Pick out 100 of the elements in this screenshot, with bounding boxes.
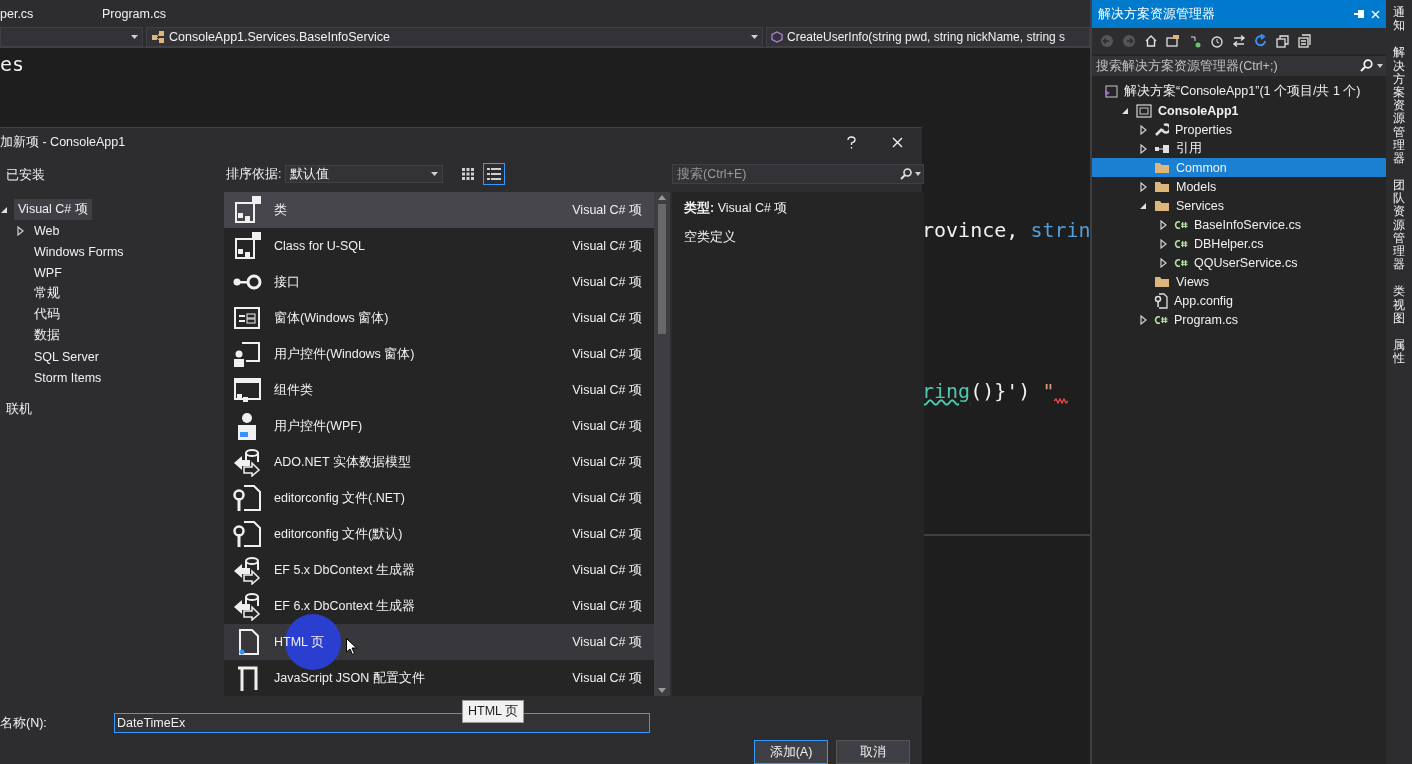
type-dropdown[interactable]: ConsoleApp1.Services.BaseInfoService [146, 27, 763, 47]
search-icon[interactable] [1360, 59, 1373, 72]
expand-arrow-icon[interactable] [1159, 219, 1167, 230]
switch-views-icon[interactable] [1166, 34, 1180, 48]
tree-row[interactable]: Properties [1092, 120, 1386, 139]
list-view-icon [487, 168, 502, 180]
search-icon[interactable] [900, 168, 912, 180]
tree-row[interactable]: Program.cs [1092, 310, 1386, 329]
pin-icon[interactable] [1353, 9, 1365, 19]
template-type: Visual C# 项 [572, 309, 642, 327]
file-tab[interactable]: Program.cs [102, 0, 186, 27]
expand-arrow-icon[interactable] [1139, 181, 1147, 192]
template-row[interactable]: editorconfig 文件(.NET) Visual C# 项 [224, 480, 654, 516]
template-name: editorconfig 文件(默认) [274, 525, 403, 543]
side-tab[interactable]: 类视图 [1393, 285, 1405, 325]
tree-row[interactable]: DBHelper.cs [1092, 234, 1386, 253]
search-field[interactable]: 搜索解决方案资源管理器(Ctrl+;) [1092, 56, 1386, 76]
side-tab[interactable]: 属性 [1393, 338, 1405, 366]
tree-row[interactable]: 解决方案“ConsoleApp1”(1 个项目/共 1 个) [1092, 82, 1386, 101]
scrollbar-thumb[interactable] [658, 204, 666, 334]
template-name: JavaScript JSON 配置文件 [274, 669, 425, 687]
tree-row[interactable]: Models [1092, 177, 1386, 196]
tree-row[interactable]: Common [1092, 158, 1386, 177]
history-icon[interactable] [1210, 34, 1224, 48]
tree-row[interactable]: App.config [1092, 291, 1386, 310]
template-type: Visual C# 项 [572, 525, 642, 543]
solution-icon [1104, 84, 1118, 99]
template-name: 类 [274, 201, 287, 219]
dialog-title: 加新项 - ConsoleApp1 [0, 133, 127, 151]
template-row[interactable]: EF 6.x DbContext 生成器 Visual C# 项 [224, 588, 654, 624]
expand-arrow-icon[interactable] [16, 225, 24, 236]
search-field[interactable]: 搜索(Ctrl+E) [672, 164, 924, 184]
refresh-icon[interactable] [1254, 34, 1268, 48]
template-row[interactable]: 接口 Visual C# 项 [224, 264, 654, 300]
list-view-button[interactable] [483, 163, 506, 185]
caret-icon [431, 172, 439, 176]
config-file-icon [1154, 292, 1168, 309]
template-type: Visual C# 项 [572, 201, 642, 219]
category-item[interactable]: 常规 [30, 283, 64, 304]
template-row[interactable]: 用户控件(WPF) Visual C# 项 [224, 408, 654, 444]
expand-arrow-icon[interactable] [1159, 257, 1167, 268]
category-item[interactable]: SQL Server [30, 347, 103, 366]
tree-row[interactable]: 引用 [1092, 139, 1386, 158]
tree-row[interactable]: ConsoleApp1 [1092, 101, 1386, 120]
csharp-file-icon [1174, 238, 1188, 249]
template-row[interactable]: 用户控件(Windows 窗体) Visual C# 项 [224, 336, 654, 372]
cube-icon [771, 31, 783, 43]
template-row[interactable]: 组件类 Visual C# 项 [224, 372, 654, 408]
tree-row[interactable]: BaseInfoService.cs [1092, 215, 1386, 234]
compare-arrows-icon[interactable] [1232, 34, 1246, 48]
tree-row[interactable]: Services [1092, 196, 1386, 215]
side-tab[interactable]: 解决方案资源管理器 [1393, 46, 1405, 166]
template-row[interactable]: ADO.NET 实体数据模型 Visual C# 项 [224, 444, 654, 480]
template-row[interactable]: Class for U-SQL Visual C# 项 [224, 228, 654, 264]
category-item[interactable]: Visual C# 项 [14, 199, 92, 220]
code-line: rovince, strin [922, 218, 1090, 242]
sync-icon[interactable] [1188, 34, 1202, 48]
tree-row[interactable]: QQUserService.cs [1092, 253, 1386, 272]
template-row[interactable]: JavaScript JSON 配置文件 Visual C# 项 [224, 660, 654, 696]
close-icon [891, 136, 903, 148]
tree-item-label: Program.cs [1174, 312, 1238, 327]
category-item[interactable]: Web [30, 221, 64, 240]
tree-row[interactable]: Views [1092, 272, 1386, 291]
collapse-arrow-icon[interactable] [1139, 201, 1147, 210]
category-item[interactable]: WPF [30, 263, 66, 282]
category-item[interactable]: Storm Items [30, 368, 106, 387]
template-type: Visual C# 项 [572, 633, 642, 651]
expand-arrow-icon[interactable] [1139, 143, 1147, 154]
expand-arrow-icon[interactable] [1139, 314, 1147, 325]
template-row[interactable]: EF 5.x DbContext 生成器 Visual C# 项 [224, 552, 654, 588]
expand-arrow-icon[interactable] [1159, 238, 1167, 249]
template-row[interactable]: editorconfig 文件(默认) Visual C# 项 [224, 516, 654, 552]
class-icon [232, 195, 262, 225]
side-tab[interactable]: 通知 [1393, 6, 1405, 33]
category-item[interactable]: 数据 [30, 325, 64, 346]
show-all-files-icon[interactable] [1298, 34, 1312, 48]
collapse-arrow-icon[interactable] [0, 205, 8, 214]
collapse-arrow-icon[interactable] [1121, 106, 1129, 115]
add-button[interactable]: 添加(A) [754, 740, 828, 764]
sort-dropdown[interactable]: 默认值 [285, 165, 444, 183]
caret-icon [751, 35, 758, 39]
category-item[interactable]: 代码 [30, 304, 64, 325]
expand-arrow-icon[interactable] [1139, 124, 1147, 135]
cancel-button[interactable]: 取消 [836, 740, 910, 764]
home-icon[interactable] [1144, 34, 1158, 48]
template-row[interactable]: 窗体(Windows 窗体) Visual C# 项 [224, 300, 654, 336]
section-heading: 联机 [5, 401, 33, 418]
category-item[interactable]: Windows Forms [30, 242, 128, 261]
template-type: Visual C# 项 [572, 237, 642, 255]
template-row[interactable]: 类 Visual C# 项 [224, 192, 654, 228]
scrollbar[interactable] [654, 192, 670, 696]
close-icon[interactable] [1371, 9, 1380, 19]
caret-icon [1377, 64, 1383, 68]
member-dropdown[interactable]: CreateUserInfo(string pwd, string nickName, string s [766, 27, 1090, 47]
class-icon [151, 30, 165, 44]
template-type: Visual C# 项 [572, 417, 642, 435]
side-tab[interactable]: 团队资源管理器 [1393, 179, 1405, 272]
template-name: editorconfig 文件(.NET) [274, 489, 405, 507]
file-tab[interactable]: per.cs [0, 0, 102, 27]
collapse-all-icon[interactable] [1276, 34, 1290, 48]
